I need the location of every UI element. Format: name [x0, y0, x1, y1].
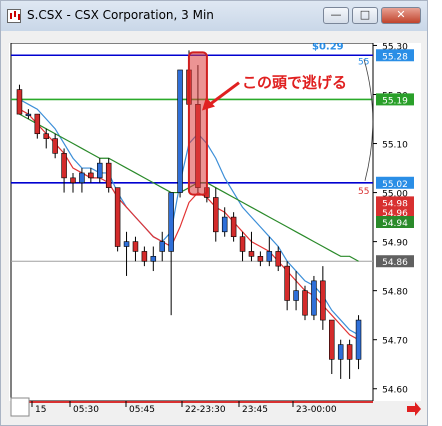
close-button[interactable]: ✕	[381, 7, 421, 24]
candle-body	[114, 187, 121, 247]
chart-window: S.CSX - CSX Corporation, 3 Min — □ ✕ $0.…	[0, 0, 428, 426]
candle-body	[150, 256, 157, 262]
candle-body	[248, 251, 255, 257]
candle-body	[25, 113, 32, 116]
price-chart: $0.295555この頭で逃げる 55.3055.2055.1055.0054.…	[9, 41, 421, 419]
candle-body	[302, 290, 308, 316]
candle-body	[293, 290, 299, 301]
candle-body	[355, 319, 362, 360]
candle-body	[213, 197, 219, 233]
candle-body	[105, 162, 112, 188]
candle-body	[230, 216, 237, 238]
price-tick-label: 54.60	[382, 386, 408, 396]
price-tick-label: 54.70	[382, 337, 408, 347]
time-label: 22-23:30	[185, 405, 226, 415]
candle-body	[52, 138, 58, 154]
candle-body	[168, 192, 174, 252]
chart-area: $0.295555この頭で逃げる 55.3055.2055.1055.0054.…	[9, 41, 421, 419]
title-bar[interactable]: S.CSX - CSX Corporation, 3 Min — □ ✕	[1, 1, 427, 31]
candle-body	[43, 133, 49, 139]
profit-label: $0.29	[312, 43, 344, 52]
candle-body	[159, 241, 165, 252]
candle-body	[79, 172, 85, 184]
candle-body	[337, 344, 344, 360]
ma-period-label: 55	[358, 57, 369, 67]
candle-body	[16, 89, 23, 115]
candle-body	[97, 162, 103, 179]
price-tag-label: 54.86	[382, 258, 408, 268]
callout-text: この頭で逃げる	[242, 74, 347, 92]
time-label: 15	[35, 405, 46, 415]
candle-body	[346, 344, 353, 360]
price-tick-label: 54.80	[382, 288, 408, 298]
price-tag-label: 54.94	[382, 219, 408, 229]
ma-period-label: 55	[358, 187, 369, 197]
candle-body	[266, 251, 273, 262]
chart-icon	[7, 9, 21, 23]
price-tick-label: 55.10	[382, 141, 408, 151]
candle-body	[141, 251, 148, 262]
candle-body	[275, 251, 281, 267]
candle-body	[320, 280, 326, 321]
minimize-button[interactable]: —	[323, 7, 349, 24]
time-label: 05:30	[73, 405, 99, 415]
highlight-box	[187, 51, 208, 196]
candle-body	[88, 172, 94, 179]
candle-body	[284, 265, 290, 301]
candle-body	[123, 241, 130, 247]
scroll-box	[10, 397, 30, 417]
time-label: 23-00:00	[296, 405, 337, 415]
candle-body	[329, 319, 335, 360]
price-tag-label: 55.02	[382, 180, 408, 190]
candle-body	[70, 177, 76, 184]
candle-body	[221, 216, 228, 233]
candle-body	[34, 113, 41, 135]
price-tag-label: 55.28	[382, 52, 408, 62]
candle-body	[61, 153, 67, 179]
price-tick-label: 54.90	[382, 239, 408, 249]
candle-body	[257, 256, 264, 262]
candle-body	[239, 236, 246, 252]
price-tag-label: 55.19	[382, 96, 408, 106]
time-axis: 15 05:30 05:45 22-23:30 23:45 23-00:00	[9, 397, 421, 419]
candle-body	[132, 241, 139, 252]
candle-body	[177, 69, 183, 193]
maximize-button[interactable]: □	[352, 7, 378, 24]
candle-body	[311, 280, 317, 316]
window-title: S.CSX - CSX Corporation, 3 Min	[27, 8, 214, 22]
time-label: 23:45	[242, 405, 268, 415]
time-label: 05:45	[129, 405, 155, 415]
